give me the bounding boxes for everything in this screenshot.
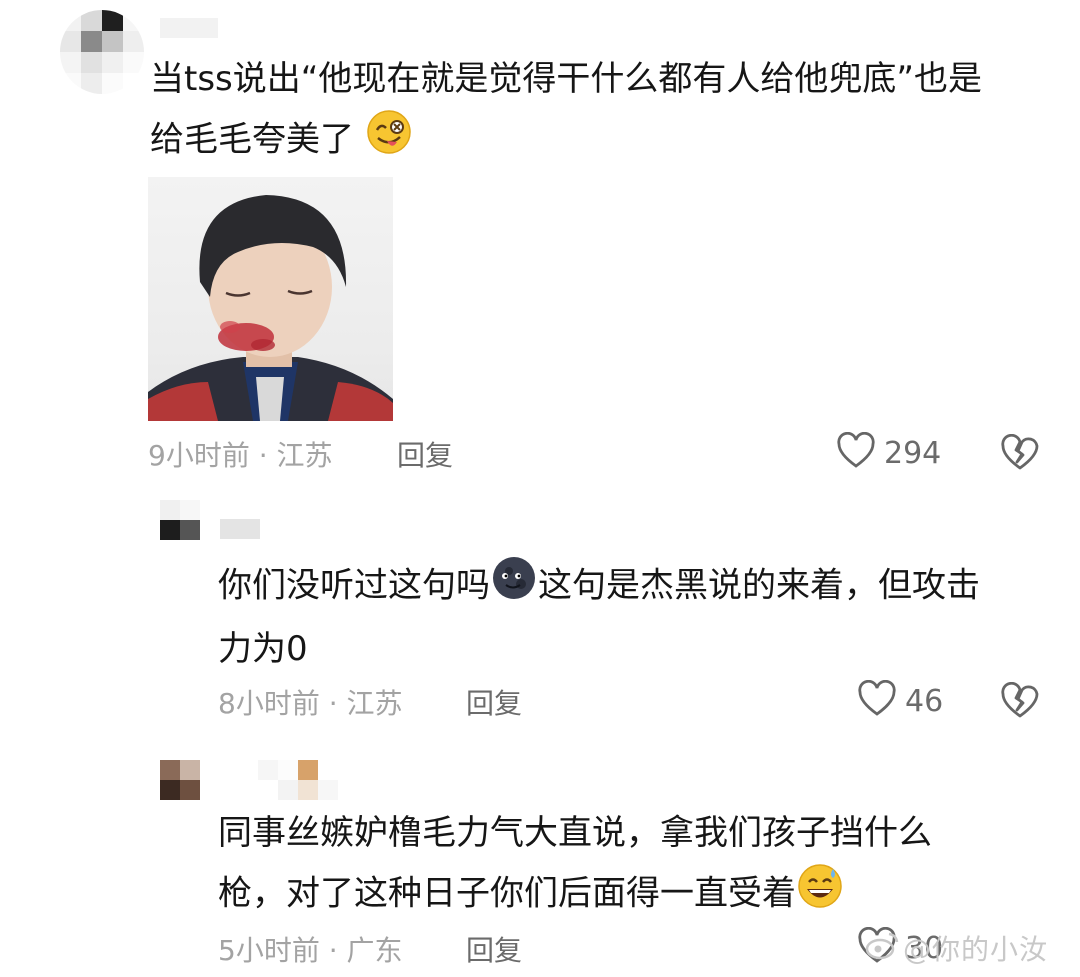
- watermark-text: @你的小汝: [903, 933, 1049, 966]
- comment-text: 你们没听过这句吗 这句是杰黑说的来着，但攻击 力为0: [218, 554, 1048, 678]
- comment-text: 同事丝嫉妒橹毛力气大直说，拿我们孩子挡什么 枪，对了这种日子你们后面得一直受着: [218, 804, 1048, 928]
- dislike-button[interactable]: [1000, 433, 1040, 476]
- weibo-logo-icon: [865, 930, 899, 967]
- like-button[interactable]: 46: [857, 679, 944, 722]
- like-count: 294: [884, 435, 942, 471]
- dislike-button[interactable]: [1000, 681, 1040, 724]
- meta-separator: ·: [258, 439, 268, 472]
- comment-meta: 9小时前 · 江苏: [148, 434, 333, 474]
- boy-portrait-image: [148, 195, 393, 421]
- avatar[interactable]: [160, 760, 200, 800]
- broken-heart-icon: [1000, 433, 1040, 476]
- meta-separator: ·: [328, 934, 338, 967]
- reply-button[interactable]: 回复: [466, 682, 522, 722]
- comment-time: 8小时前: [218, 687, 320, 720]
- comment-text-line: 同事丝嫉妒橹毛力气大直说，拿我们孩子挡什么: [218, 813, 932, 853]
- attached-photo[interactable]: [148, 177, 393, 421]
- comment-text-line: 枪，对了这种日子你们后面得一直受着: [218, 862, 1048, 928]
- comment-text-line: 你们没听过这句吗 这句是杰黑说的来着，但攻击: [218, 554, 1048, 620]
- avatar[interactable]: [60, 10, 144, 94]
- yum-face-icon: [365, 108, 413, 174]
- username-redacted[interactable]: [160, 18, 218, 38]
- heart-icon: [836, 431, 876, 474]
- like-count: 46: [905, 683, 944, 719]
- username-redacted[interactable]: [220, 519, 260, 539]
- broken-heart-icon: [1000, 681, 1040, 724]
- comment-time: 9小时前: [148, 439, 250, 472]
- comment-text-line: 力为0: [218, 629, 308, 669]
- comment-location: 江苏: [276, 439, 333, 472]
- username-redacted[interactable]: [258, 760, 338, 800]
- comment-text-line: 给毛毛夸美了: [150, 108, 1050, 174]
- comment-text: 当tss说出“他现在就是觉得干什么都有人给他兜底”也是 给毛毛夸美了: [150, 50, 1050, 174]
- watermark: @你的小汝: [865, 928, 1048, 968]
- reply-button[interactable]: 回复: [466, 929, 522, 969]
- comment-time: 5小时前: [218, 934, 320, 967]
- new-moon-face-icon: [490, 554, 538, 620]
- reply-button[interactable]: 回复: [397, 434, 453, 474]
- heart-icon: [857, 679, 897, 722]
- like-button[interactable]: 294: [836, 431, 942, 474]
- grinning-sweat-face-icon: [796, 862, 844, 928]
- comment-text-line: 当tss说出“他现在就是觉得干什么都有人给他兜底”也是: [150, 59, 982, 99]
- avatar[interactable]: [160, 500, 200, 540]
- comment-location: 广东: [346, 934, 403, 967]
- comment-meta: 8小时前 · 江苏: [218, 682, 403, 722]
- comment-location: 江苏: [346, 687, 403, 720]
- meta-separator: ·: [328, 687, 338, 720]
- comment-meta: 5小时前 · 广东: [218, 929, 403, 969]
